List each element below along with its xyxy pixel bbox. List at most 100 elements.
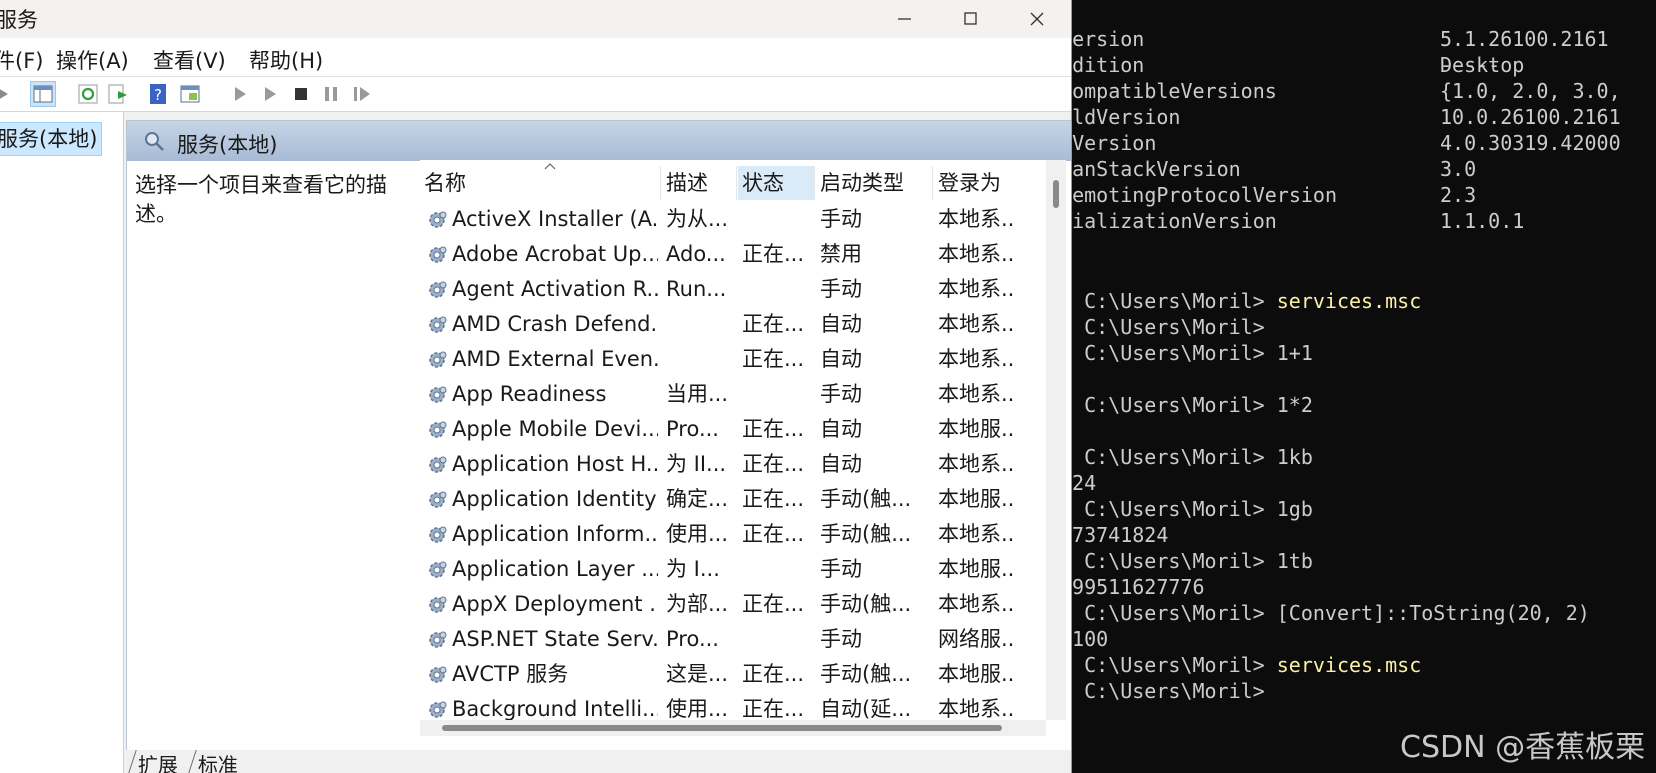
- table-row[interactable]: ASP.NET State Serv... Pro... 手动 网络服..: [420, 622, 1046, 657]
- prompt-line: S C:\Users\Moril> 1kb: [1072, 444, 1313, 470]
- table-row[interactable]: Agent Activation R... Run... 手动 本地系..: [420, 272, 1046, 307]
- column-header-description[interactable]: 描述: [662, 166, 736, 200]
- show-hide-tree-button[interactable]: [30, 81, 56, 107]
- maximize-button[interactable]: [938, 0, 1004, 38]
- cell-description: 使用...: [666, 697, 729, 720]
- cell-startup-type: 手动(触...: [820, 592, 912, 616]
- service-gear-icon: [429, 211, 447, 228]
- column-header-startup-type[interactable]: 启动类型: [816, 166, 930, 200]
- cell-description: 这是...: [666, 662, 729, 686]
- cell-logon-as: 本地系..: [938, 522, 1015, 546]
- prompt-line: S C:\Users\Moril> [Convert]::ToString(20…: [1072, 600, 1590, 626]
- cell-startup-type: 手动: [820, 277, 862, 301]
- cell-name: ActiveX Installer (A...: [452, 207, 658, 231]
- prompt: S C:\Users\Moril>: [1072, 679, 1277, 703]
- horizontal-scroll-thumb[interactable]: [442, 725, 1002, 731]
- panel-header: 服务(本地): [127, 121, 1071, 161]
- toolbar: ?: [0, 77, 1071, 112]
- command: 1kb: [1276, 445, 1313, 469]
- cell-logon-as: 本地服..: [938, 662, 1015, 686]
- table-row[interactable]: ActiveX Installer (A... 为从... 手动 本地系..: [420, 202, 1046, 237]
- menu-action[interactable]: 操作(A): [56, 45, 129, 75]
- table-row[interactable]: Application Host H... 为 II... 正在... 自动 本地系..: [420, 447, 1046, 482]
- psversion-value: 2.3: [1440, 183, 1477, 207]
- pause-service-button[interactable]: [319, 82, 343, 106]
- service-gear-icon: [429, 491, 447, 508]
- cell-name: Application Identity: [452, 487, 657, 511]
- cell-name: ASP.NET State Serv...: [452, 627, 658, 651]
- powershell-terminal[interactable]: --- ----- SVersion 5.1.26100.2161 SEdition…: [1072, 0, 1656, 773]
- resume-service-button[interactable]: [350, 82, 374, 106]
- table-row[interactable]: Apple Mobile Devi... Pro... 正在... 自动 本地服..: [420, 412, 1046, 447]
- service-gear-icon: [429, 456, 447, 473]
- psversion-value: 3.0: [1440, 157, 1477, 181]
- prompt-line: S C:\Users\Moril> 1+1: [1072, 340, 1313, 366]
- vertical-scrollbar[interactable]: [1046, 160, 1066, 720]
- table-row[interactable]: AMD External Even... 正在... 自动 本地系..: [420, 342, 1046, 377]
- menu-help[interactable]: 帮助(H): [249, 45, 323, 75]
- column-header-logon-as[interactable]: 登录为: [934, 166, 1046, 200]
- properties-button[interactable]: [178, 82, 202, 106]
- services-window: 服务 件(F) 操作(A) 查看(V) 帮助(H) ?: [0, 0, 1072, 773]
- tab-standard-label: 标准: [197, 753, 238, 773]
- command-output: 099511627776: [1072, 575, 1205, 599]
- export-list-button[interactable]: [106, 82, 130, 106]
- tab-extended[interactable]: 扩展: [128, 750, 189, 773]
- prompt: S C:\Users\Moril>: [1072, 393, 1277, 417]
- column-separator[interactable]: [736, 166, 737, 200]
- menu-file[interactable]: 件(F): [0, 45, 43, 75]
- command-output: 073741824: [1072, 523, 1169, 547]
- column-header-name[interactable]: 名称: [420, 166, 660, 200]
- cell-description: 当用...: [666, 382, 729, 406]
- start-service-button[interactable]: [228, 82, 252, 106]
- column-separator[interactable]: [814, 166, 815, 200]
- table-row[interactable]: AVCTP 服务 这是... 正在... 手动(触... 本地服..: [420, 657, 1046, 692]
- cell-status: [742, 622, 812, 657]
- title-bar[interactable]: 服务: [0, 0, 1071, 38]
- column-separator[interactable]: [932, 166, 933, 200]
- prompt: S C:\Users\Moril>: [1072, 315, 1277, 339]
- vertical-scroll-thumb[interactable]: [1053, 180, 1059, 208]
- forward-button[interactable]: [0, 82, 18, 106]
- cell-startup-type: 自动: [820, 452, 862, 476]
- refresh-button[interactable]: [76, 82, 100, 106]
- cell-logon-as: 本地系..: [938, 347, 1015, 371]
- cell-startup-type: 手动(触...: [820, 487, 912, 511]
- column-separator[interactable]: [660, 166, 661, 200]
- column-header-status[interactable]: 状态: [738, 166, 814, 200]
- prompt: S C:\Users\Moril>: [1072, 341, 1277, 365]
- cell-description: [666, 307, 732, 342]
- cell-startup-type: 禁用: [820, 242, 862, 266]
- psversion-value: {1.0, 2.0, 3.0,: [1440, 79, 1621, 103]
- help-button[interactable]: ?: [146, 82, 170, 106]
- table-row[interactable]: Background Intelli... 使用... 正在... 自动(延... 本地…: [420, 692, 1046, 720]
- cell-logon-as: 本地系..: [938, 697, 1015, 720]
- stop-service-icon: [295, 88, 307, 100]
- table-row[interactable]: App Readiness 当用... 手动 本地系..: [420, 377, 1046, 412]
- horizontal-scrollbar[interactable]: [420, 720, 1046, 736]
- start-service-icon: [235, 87, 246, 101]
- table-row[interactable]: Application Layer ... 为 I... 手动 本地服..: [420, 552, 1046, 587]
- psversion-value: 1.1.0.1: [1440, 209, 1525, 233]
- cell-logon-as: 本地服..: [938, 487, 1015, 511]
- menu-view[interactable]: 查看(V): [153, 45, 226, 75]
- start-service-alt-button[interactable]: [258, 82, 282, 106]
- window-title: 服务: [0, 8, 38, 32]
- stop-service-button[interactable]: [289, 82, 313, 106]
- cell-status: 正在...: [742, 417, 805, 441]
- close-button[interactable]: [1004, 0, 1070, 38]
- minimize-button[interactable]: [872, 0, 938, 38]
- table-row[interactable]: Adobe Acrobat Up... Ado... 正在... 禁用 本地系..: [420, 237, 1046, 272]
- prompt-line: S C:\Users\Moril>: [1072, 678, 1277, 704]
- cell-description: 为部...: [666, 592, 729, 616]
- table-row[interactable]: Application Inform... 使用... 正在... 手动(触... 本地…: [420, 517, 1046, 552]
- table-row[interactable]: Application Identity 确定... 正在... 手动(触... 本地服…: [420, 482, 1046, 517]
- service-gear-icon: [429, 246, 447, 263]
- tree-node-services-local[interactable]: 服务(本地): [0, 122, 103, 156]
- terminal-header-row: --- -----: [1072, 0, 1500, 77]
- tab-standard[interactable]: 标准: [188, 750, 249, 773]
- cell-status: 正在...: [742, 312, 805, 336]
- cell-description: [666, 342, 732, 377]
- table-row[interactable]: AppX Deployment ... 为部... 正在... 手动(触... 本地系.…: [420, 587, 1046, 622]
- table-row[interactable]: AMD Crash Defend... 正在... 自动 本地系..: [420, 307, 1046, 342]
